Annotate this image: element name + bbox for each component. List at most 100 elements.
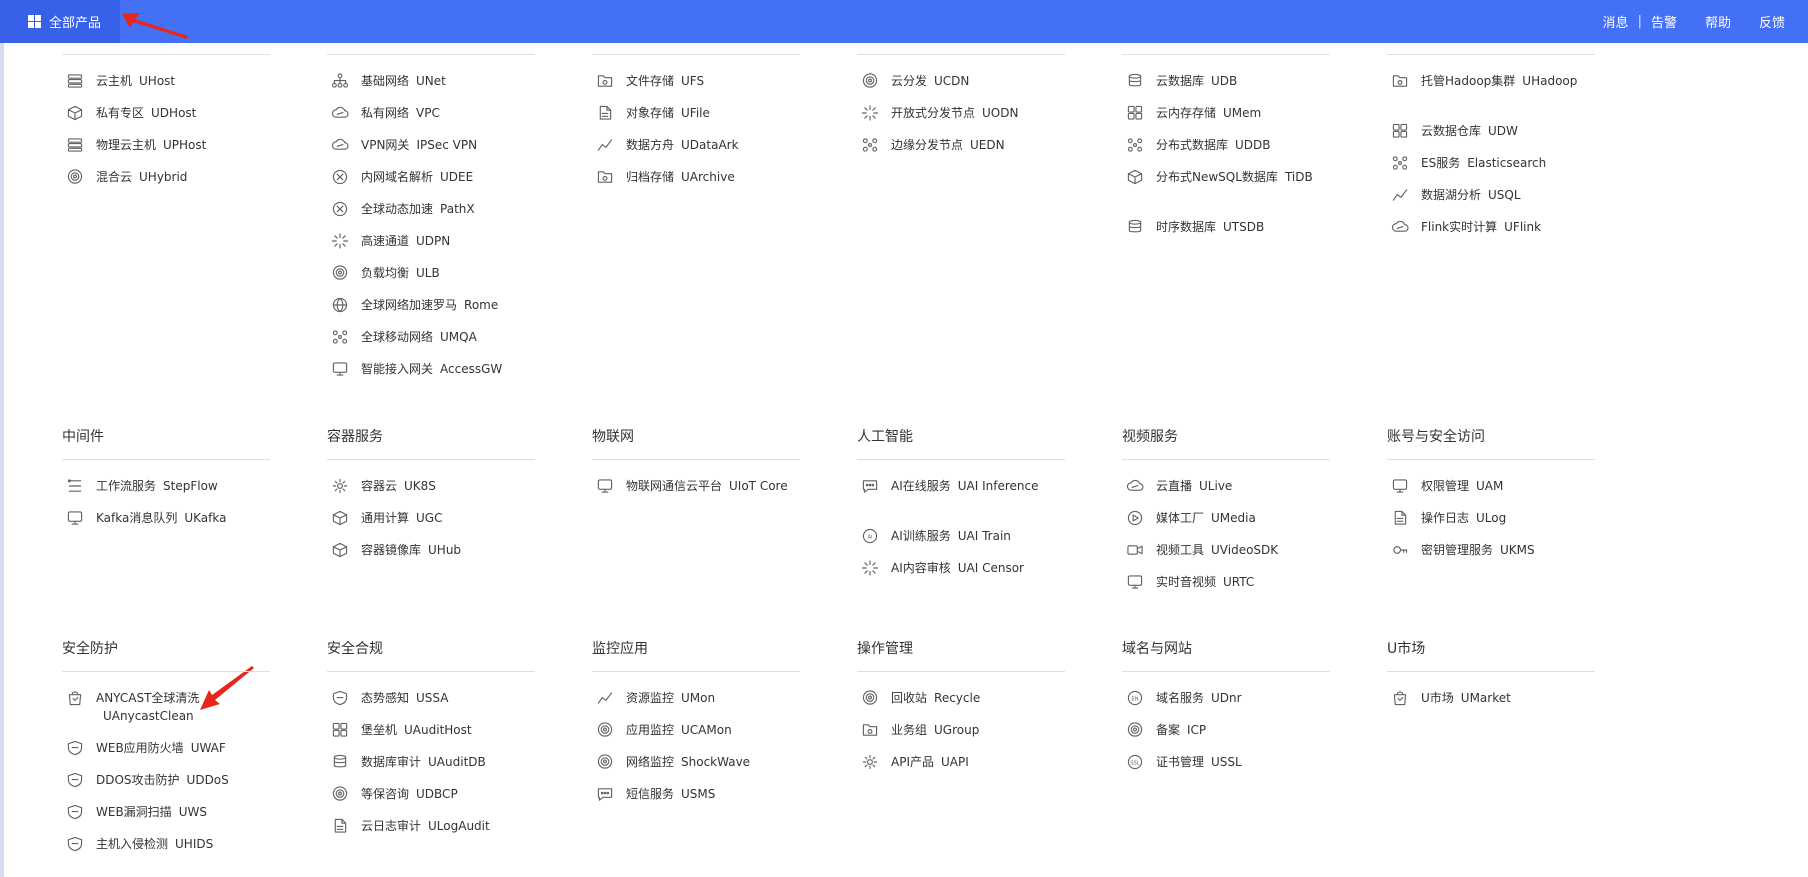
product-item-pathx[interactable]: 全球动态加速 PathX [331,200,571,232]
grid-squares-icon [1126,105,1144,121]
link-divider: | [1637,14,1642,29]
product-item-uam[interactable]: 权限管理 UAM [1391,477,1631,509]
product-item-uflink[interactable]: Flink实时计算 UFlink [1391,218,1631,250]
product-item-utsdb[interactable]: 时序数据库 UTSDB [1126,218,1366,250]
product-item-uapi[interactable]: API产品 UAPI [861,753,1101,785]
product-code: AccessGW [440,362,503,376]
product-item-ugc[interactable]: 通用计算 UGC [331,509,571,541]
product-item-rome[interactable]: 全球网络加速罗马 Rome [331,296,571,328]
product-item-ulb[interactable]: 负载均衡 ULB [331,264,571,296]
product-item-uanycastclean[interactable]: ANYCAST全球清洗 UAnycastClean [66,689,266,739]
product-item-ipsec-vpn[interactable]: VPN网关 IPSec VPN [331,136,571,168]
messages-link[interactable]: 消息 [1603,12,1629,31]
product-item-icp[interactable]: 备案 ICP [1126,721,1366,753]
product-item-usms[interactable]: 短信服务 USMS [596,785,836,817]
product-item-ukafka[interactable]: Kafka消息队列 UKafka [66,509,306,541]
product-item-udw[interactable]: 云数据仓库 UDW [1391,122,1631,154]
all-products-button[interactable]: 全部产品 [0,0,120,43]
product-item-udee[interactable]: 内网域名解析 UDEE [331,168,571,200]
product-item-uai-censor[interactable]: AI内容审核 UAI Censor [861,559,1101,591]
product-item-ulive[interactable]: 云直播 ULive [1126,477,1366,509]
product-list: 云分发 UCDN 开放式分发节点 UODN 边缘分发节点 UEDN [861,72,1101,168]
product-item-umem[interactable]: 云内存存储 UMem [1126,104,1366,136]
product-item-umedia[interactable]: 媒体工厂 UMedia [1126,509,1366,541]
product-item-uhadoop[interactable]: 托管Hadoop集群 UHadoop [1391,72,1591,122]
product-name: WEB漏洞扫描 [96,805,172,819]
product-name: 通用计算 [361,511,410,525]
product-item-ussl[interactable]: SSL 证书管理 USSL [1126,753,1366,785]
product-name: 云分发 [891,74,928,88]
product-item-unet[interactable]: 基础网络 UNet [331,72,571,104]
product-item-udhost[interactable]: 私有专区 UDHost [66,104,306,136]
product-item-ussa[interactable]: 态势感知 USSA [331,689,571,721]
product-item-uedn[interactable]: 边缘分发节点 UEDN [861,136,1101,168]
product-item-uws[interactable]: WEB漏洞扫描 UWS [66,803,306,835]
product-item-udataark[interactable]: 数据方舟 UDataArk [596,136,836,168]
product-code: UDDoS [186,773,229,787]
product-item-ugroup[interactable]: 业务组 UGroup [861,721,1101,753]
product-item-uaudithost[interactable]: 堡垒机 UAuditHost [331,721,571,753]
product-item-recycle[interactable]: 回收站 Recycle [861,689,1101,721]
product-item-ufs[interactable]: 文件存储 UFS [596,72,836,104]
product-item-uhids[interactable]: 主机入侵检测 UHIDS [66,835,306,867]
product-item-usql[interactable]: 数据湖分析 USQL [1391,186,1631,218]
product-item-uodn[interactable]: 开放式分发节点 UODN [861,104,1101,136]
market-bag-icon [1391,690,1409,706]
product-item-umarket[interactable]: U市场 UMarket [1391,689,1631,721]
product-item-uai-train[interactable]: AI AI训练服务 UAI Train [861,527,1101,559]
product-code: UAuditDB [428,755,486,769]
product-item-uwaf[interactable]: WEB应用防火墙 UWAF [66,739,306,771]
product-item-uhost[interactable]: 云主机 UHost [66,72,306,104]
product-item-ukms[interactable]: 密钥管理服务 UKMS [1391,541,1631,573]
product-code: UDB [1211,74,1238,88]
shield-check-icon [331,690,349,706]
feedback-link[interactable]: 反馈 [1759,12,1785,31]
product-item-uhybrid[interactable]: 混合云 UHybrid [66,168,306,200]
product-item-uiot-core[interactable]: 物联网通信云平台 UIoT Core [596,477,796,527]
product-name: 边缘分发节点 [891,138,964,152]
alerts-link[interactable]: 告警 [1651,12,1677,31]
category-title: 人工智能 [857,429,913,445]
product-item-ulog[interactable]: 操作日志 ULog [1391,509,1631,541]
product-item-ulogaudit[interactable]: 云日志审计 ULogAudit [331,817,571,849]
product-item-uhub[interactable]: 容器镜像库 UHub [331,541,571,573]
product-item-uphost[interactable]: 物理云主机 UPHost [66,136,306,168]
product-item-vpc[interactable]: 私有网络 VPC [331,104,571,136]
product-item-uai-inference[interactable]: AI在线服务 UAI Inference [861,477,1061,527]
ai-icon: AI [861,528,879,544]
product-item-uauditdb[interactable]: 数据库审计 UAuditDB [331,753,571,785]
product-item-udpn[interactable]: 高速通道 UDPN [331,232,571,264]
product-name: 基础网络 [361,74,410,88]
product-item-uarchive[interactable]: 归档存储 UArchive [596,168,836,200]
product-item-udb[interactable]: 云数据库 UDB [1126,72,1366,104]
product-item-uddb[interactable]: 分布式数据库 UDDB [1126,136,1366,168]
product-item-uk8s[interactable]: 容器云 UK8S [331,477,571,509]
product-item-shockwave[interactable]: 网络监控 ShockWave [596,753,836,785]
product-name: DDOS攻击防护 [96,773,180,787]
key-icon [1391,542,1409,558]
product-item-uvideosdk[interactable]: 视频工具 UVideoSDK [1126,541,1366,573]
product-item-stepflow[interactable]: 工作流服务 StepFlow [66,477,306,509]
product-code: UAPI [941,755,969,769]
product-list: 文件存储 UFS 对象存储 UFile 数据方舟 UDataArk 归档存储 UArchive [596,72,836,200]
product-code: UGroup [934,723,980,737]
product-item-urtc[interactable]: 实时音视频 URTC [1126,573,1366,605]
product-item-uddos[interactable]: DDOS攻击防护 UDDoS [66,771,306,803]
product-item-ucdn[interactable]: 云分发 UCDN [861,72,1101,104]
product-item-ufile[interactable]: 对象存储 UFile [596,104,836,136]
product-item-tidb[interactable]: 分布式NewSQL数据库 TiDB [1126,168,1326,218]
product-item-umqa[interactable]: 全球移动网络 UMQA [331,328,571,360]
product-code: ULive [1199,479,1233,493]
distributed-db-icon [1126,137,1144,153]
lake-icon [1391,187,1409,203]
product-item-udnr[interactable]: EN 域名服务 UDnr [1126,689,1366,721]
product-item-ucamon[interactable]: 应用监控 UCAMon [596,721,836,753]
product-item-umon[interactable]: 资源监控 UMon [596,689,836,721]
help-link[interactable]: 帮助 [1705,12,1731,31]
top-right-links: 消息 | 告警 帮助 反馈 [1603,0,1785,43]
product-item-accessgw[interactable]: 智能接入网关 AccessGW [331,360,571,392]
cdn-icon [861,73,879,89]
nodes-icon [861,137,879,153]
product-item-udbcp[interactable]: 等保咨询 UDBCP [331,785,571,817]
product-item-elasticsearch[interactable]: ES服务 Elasticsearch [1391,154,1631,186]
